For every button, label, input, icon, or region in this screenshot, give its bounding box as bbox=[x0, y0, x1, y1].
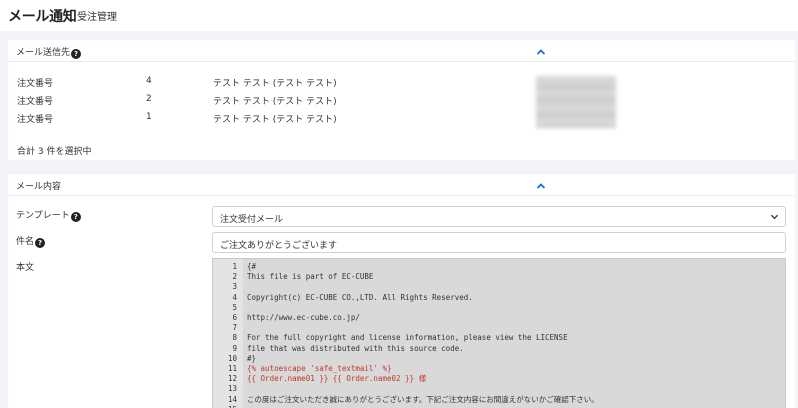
code-line: 2 This file is part of EC-CUBE bbox=[213, 272, 785, 282]
code-text: Copyright(c) EC-CUBE CO.,LTD. All Rights… bbox=[247, 292, 473, 302]
line-number: 10 bbox=[227, 353, 237, 363]
recipient-row: 注文番号 1 テスト テスト (テスト テスト) bbox=[17, 112, 537, 125]
subject-label-text: 件名 bbox=[16, 237, 35, 247]
code-text: この度はご注文いただき誠にありがとうございます。下記ご注文内容にお間違えがないか… bbox=[247, 394, 599, 404]
code-line: 10 #} bbox=[213, 353, 785, 364]
recipients-card: メール送信先? 注文番号 4 テスト テスト (テスト テスト) 注文番号 2 … bbox=[8, 40, 795, 160]
recipient-number: 4 bbox=[146, 76, 152, 86]
body-label: 本文 bbox=[16, 263, 35, 273]
recipient-row: 注文番号 4 テスト テスト (テスト テスト) bbox=[17, 76, 537, 89]
code-line: 5 bbox=[213, 302, 785, 313]
recipient-label: 注文番号 bbox=[17, 115, 54, 125]
code-line: 14 この度はご注文いただき誠にありがとうございます。下記ご注文内容にお間違えがな… bbox=[213, 394, 785, 405]
recipient-row: 注文番号 2 テスト テスト (テスト テスト) bbox=[17, 94, 537, 107]
line-number: 3 bbox=[232, 282, 237, 292]
code-text: #} bbox=[247, 353, 257, 363]
code-line: 3 bbox=[213, 282, 785, 292]
recipient-number: 2 bbox=[146, 94, 152, 104]
template-label: テンプレート? bbox=[16, 208, 81, 222]
recipients-card-header[interactable]: メール送信先? bbox=[8, 40, 795, 62]
recipient-name: テスト テスト (テスト テスト) bbox=[213, 115, 337, 125]
blurred-email-list bbox=[536, 76, 616, 128]
page-title: メール通知 bbox=[8, 9, 77, 25]
code-line: 8 For the full copyright and license info… bbox=[213, 333, 785, 343]
line-number: 1 bbox=[232, 262, 237, 271]
line-number: 14 bbox=[227, 394, 237, 404]
selection-summary: 合計 3 件を選択中 bbox=[17, 147, 92, 157]
code-text: {# bbox=[247, 262, 257, 271]
line-number: 8 bbox=[232, 333, 237, 343]
subject-input[interactable]: ご注文ありがとうございます bbox=[212, 232, 786, 253]
line-number: 13 bbox=[227, 384, 237, 394]
line-number: 6 bbox=[232, 313, 237, 322]
code-line: 9 file that was distributed with this sou… bbox=[213, 343, 785, 354]
template-select[interactable]: 注文受付メール bbox=[212, 206, 786, 227]
subject-input-value: ご注文ありがとうございます bbox=[220, 241, 338, 251]
template-select-value: 注文受付メール bbox=[220, 215, 284, 225]
page-subtitle: 受注管理 bbox=[77, 12, 117, 23]
code-text: {% autoescape 'safe_textmail' %} bbox=[247, 364, 392, 373]
help-icon[interactable]: ? bbox=[35, 238, 46, 248]
line-number: 12 bbox=[227, 374, 237, 384]
code-text: http://www.ec-cube.co.jp/ bbox=[247, 313, 360, 322]
line-number: 4 bbox=[232, 292, 237, 302]
chevron-up-icon[interactable] bbox=[536, 47, 546, 57]
code-text: file that was distributed with this sour… bbox=[247, 343, 464, 353]
chevron-up-icon[interactable] bbox=[536, 181, 546, 191]
page-header: メール通知 受注管理 bbox=[0, 0, 798, 31]
code-text: For the full copyright and license infor… bbox=[247, 333, 568, 343]
mail-content-card: メール内容 テンプレート? 注文受付メール 件名? ご注文ありがとうございます … bbox=[8, 174, 795, 408]
help-icon[interactable]: ? bbox=[71, 49, 82, 59]
template-label-text: テンプレート bbox=[16, 211, 70, 221]
code-line: 11 {% autoescape 'safe_textmail' %} bbox=[213, 364, 785, 374]
line-number: 9 bbox=[232, 343, 237, 353]
recipients-card-title: メール送信先? bbox=[16, 45, 82, 59]
code-line: 13 bbox=[213, 384, 785, 394]
subject-label: 件名? bbox=[16, 234, 46, 248]
code-line: 4 Copyright(c) EC-CUBE CO.,LTD. All Right… bbox=[213, 292, 785, 303]
recipient-name: テスト テスト (テスト テスト) bbox=[213, 97, 337, 107]
line-number: 2 bbox=[232, 272, 237, 282]
mail-content-card-title: メール内容 bbox=[16, 182, 62, 192]
mail-content-card-header[interactable]: メール内容 bbox=[8, 174, 795, 196]
code-line: 1 {# bbox=[213, 262, 785, 272]
code-line: 6 http://www.ec-cube.co.jp/ bbox=[213, 313, 785, 323]
recipient-number: 1 bbox=[146, 112, 152, 122]
help-icon[interactable]: ? bbox=[70, 212, 81, 222]
line-number: 5 bbox=[232, 302, 237, 312]
line-number: 7 bbox=[232, 323, 237, 333]
code-text: This file is part of EC-CUBE bbox=[247, 272, 374, 282]
chevron-down-icon bbox=[770, 214, 779, 220]
recipient-label: 注文番号 bbox=[17, 97, 54, 107]
code-line: 12 {{ Order.name01 }} {{ Order.name02 }} … bbox=[213, 374, 785, 384]
code-text: {{ Order.name01 }} {{ Order.name02 }} 様 bbox=[247, 374, 427, 384]
recipients-title-text: メール送信先 bbox=[16, 48, 71, 58]
recipient-label: 注文番号 bbox=[17, 79, 54, 89]
code-line: 7 bbox=[213, 323, 785, 333]
line-number: 11 bbox=[227, 364, 237, 373]
recipient-name: テスト テスト (テスト テスト) bbox=[213, 79, 337, 89]
body-code-editor[interactable]: 1 {# 2 This file is part of EC-CUBE 3 4 Copyri… bbox=[212, 258, 786, 408]
